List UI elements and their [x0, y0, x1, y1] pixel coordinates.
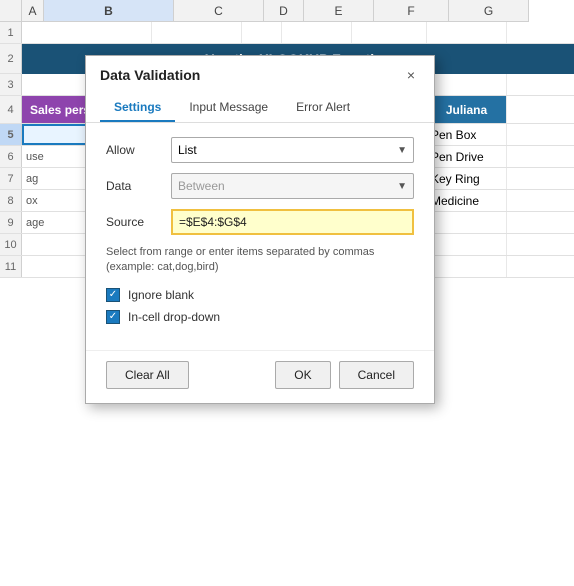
cell-g3[interactable]	[427, 74, 507, 95]
checkmark-icon: ✓	[109, 290, 117, 300]
tab-input-message[interactable]: Input Message	[175, 94, 282, 122]
col-header-g: G	[449, 0, 529, 22]
cell-g6[interactable]: Pen Drive	[427, 146, 507, 167]
cell-g8[interactable]: Medicine	[427, 190, 507, 211]
cell-d1[interactable]	[242, 22, 282, 43]
cell-f1[interactable]	[352, 22, 427, 43]
cell-juliana[interactable]: Juliana	[427, 96, 507, 123]
allow-dropdown[interactable]: List ▼	[171, 137, 414, 163]
col-header-e: E	[304, 0, 374, 22]
col-header-a: A	[22, 0, 44, 22]
col-header-c: C	[174, 0, 264, 22]
data-row: Data Between ▼	[106, 173, 414, 199]
source-hint: Select from range or enter items separat…	[106, 245, 414, 276]
incell-dropdown-checkbox[interactable]: ✓	[106, 310, 120, 324]
cell-c1[interactable]	[152, 22, 242, 43]
spreadsheet: A B C D E F G 1 2 Use the XLOOKUP Functi…	[0, 0, 574, 586]
source-row: Source	[106, 209, 414, 235]
row-num-3: 3	[0, 74, 22, 95]
row-num-7: 7	[0, 168, 22, 189]
clear-all-button[interactable]: Clear All	[106, 361, 189, 389]
row-num-5: 5	[0, 124, 22, 145]
incell-dropdown-label: In-cell drop-down	[128, 310, 220, 324]
allow-label: Allow	[106, 143, 171, 157]
allow-dropdown-arrow: ▼	[397, 145, 407, 156]
column-headers: A B C D E F G	[0, 0, 574, 22]
dialog-title-bar: Data Validation ×	[86, 56, 434, 90]
data-value: Between	[178, 179, 225, 193]
tab-settings[interactable]: Settings	[100, 94, 175, 122]
cell-g10[interactable]	[427, 234, 507, 255]
row-1: 1	[0, 22, 574, 44]
col-header-f: F	[374, 0, 449, 22]
dialog-footer: Clear All OK Cancel	[86, 350, 434, 403]
action-buttons: OK Cancel	[275, 361, 414, 389]
corner-header	[0, 0, 22, 22]
row-num-1: 1	[0, 22, 22, 43]
dialog-tabs: Settings Input Message Error Alert	[86, 94, 434, 123]
row-num-11: 11	[0, 256, 22, 277]
cell-g5[interactable]: Pen Box	[427, 124, 507, 145]
allow-value: List	[178, 143, 197, 157]
data-dropdown-arrow: ▼	[397, 181, 407, 192]
cell-g11[interactable]	[427, 256, 507, 277]
source-input[interactable]	[171, 209, 414, 235]
row-num-2: 2	[0, 44, 22, 73]
cell-g1[interactable]	[427, 22, 507, 43]
data-dropdown[interactable]: Between ▼	[171, 173, 414, 199]
col-header-d: D	[264, 0, 304, 22]
checkmark-icon-2: ✓	[109, 312, 117, 322]
close-button[interactable]: ×	[402, 66, 420, 84]
data-label: Data	[106, 179, 171, 193]
dialog-title: Data Validation	[100, 67, 200, 83]
allow-row: Allow List ▼	[106, 137, 414, 163]
row-num-8: 8	[0, 190, 22, 211]
source-label: Source	[106, 215, 171, 229]
row-num-6: 6	[0, 146, 22, 167]
cell-g7[interactable]: Key Ring	[427, 168, 507, 189]
ignore-blank-row: ✓ Ignore blank	[106, 288, 414, 302]
cell-e1[interactable]	[282, 22, 352, 43]
row-num-10: 10	[0, 234, 22, 255]
data-validation-dialog: Data Validation × Settings Input Message…	[85, 55, 435, 404]
dialog-body: Allow List ▼ Data Between ▼ Source Selec…	[86, 123, 434, 346]
cancel-button[interactable]: Cancel	[339, 361, 414, 389]
row-num-4: 4	[0, 96, 22, 123]
row-num-9: 9	[0, 212, 22, 233]
tab-error-alert[interactable]: Error Alert	[282, 94, 364, 122]
ignore-blank-label: Ignore blank	[128, 288, 194, 302]
cell-b1[interactable]	[22, 22, 152, 43]
cell-g9[interactable]	[427, 212, 507, 233]
col-header-b: B	[44, 0, 174, 22]
ignore-blank-checkbox[interactable]: ✓	[106, 288, 120, 302]
ok-button[interactable]: OK	[275, 361, 330, 389]
incell-dropdown-row: ✓ In-cell drop-down	[106, 310, 414, 324]
